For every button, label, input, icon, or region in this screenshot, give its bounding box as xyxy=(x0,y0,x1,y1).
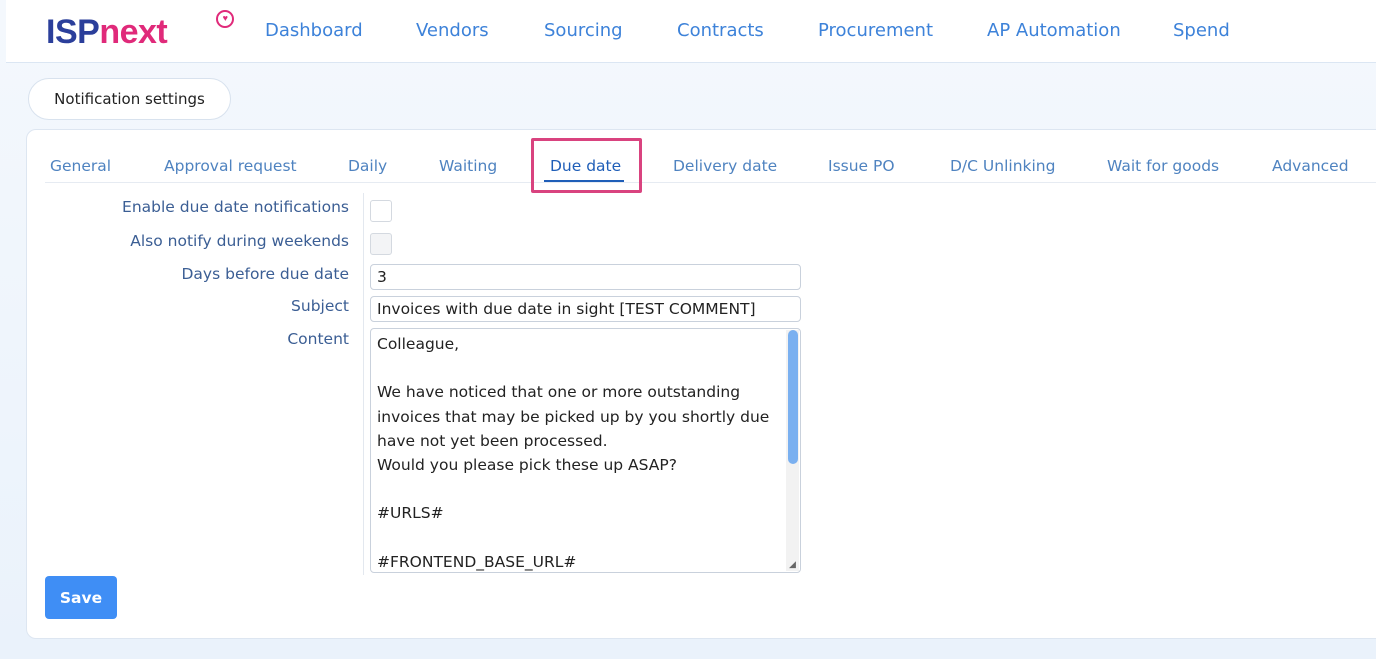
days-before-input[interactable] xyxy=(370,264,801,290)
nav-spend[interactable]: Spend xyxy=(1173,20,1230,41)
isp-next-logo[interactable]: ISPnext ♥ xyxy=(46,10,234,52)
tab-daily[interactable]: Daily xyxy=(348,157,387,175)
form-divider xyxy=(363,193,364,575)
nav-vendors[interactable]: Vendors xyxy=(416,20,489,41)
logo-text-next: next xyxy=(99,13,168,51)
days-before-label: Days before due date xyxy=(181,265,350,283)
tab-dc-unlinking[interactable]: D/C Unlinking xyxy=(950,157,1055,175)
content-textarea[interactable]: Colleague, We have noticed that one or m… xyxy=(370,328,801,573)
top-navbar: ISPnext ♥ Dashboard Vendors Sourcing Con… xyxy=(6,0,1376,63)
nav-contracts[interactable]: Contracts xyxy=(677,20,764,41)
heart-icon: ♥ xyxy=(216,10,234,28)
nav-sourcing[interactable]: Sourcing xyxy=(544,20,623,41)
tab-highlight-box xyxy=(531,138,642,193)
resize-grip-icon[interactable]: ◢ xyxy=(789,561,798,570)
tabs-divider xyxy=(45,182,1376,183)
scrollbar-thumb[interactable] xyxy=(788,330,798,464)
tab-issue-po[interactable]: Issue PO xyxy=(828,157,895,175)
save-button[interactable]: Save xyxy=(45,576,117,619)
subject-input[interactable] xyxy=(370,296,801,322)
subject-label: Subject xyxy=(291,297,349,315)
tab-approval-request[interactable]: Approval request xyxy=(164,157,297,175)
nav-dashboard[interactable]: Dashboard xyxy=(265,20,363,41)
logo-text-isp: ISP xyxy=(46,13,100,51)
content-text: Colleague, We have noticed that one or m… xyxy=(377,335,770,571)
nav-procurement[interactable]: Procurement xyxy=(818,20,933,41)
enable-notifications-checkbox[interactable] xyxy=(370,200,392,222)
tab-advanced[interactable]: Advanced xyxy=(1272,157,1349,175)
tab-delivery-date[interactable]: Delivery date xyxy=(673,157,777,175)
enable-notifications-label: Enable due date notifications xyxy=(122,198,349,216)
notify-weekends-label: Also notify during weekends xyxy=(130,232,349,250)
tab-general[interactable]: General xyxy=(50,157,111,175)
tab-waiting[interactable]: Waiting xyxy=(439,157,497,175)
tab-wait-for-goods[interactable]: Wait for goods xyxy=(1107,157,1219,175)
notify-weekends-checkbox[interactable] xyxy=(370,233,392,255)
page-title: Notification settings xyxy=(28,78,231,120)
content-scrollbar[interactable] xyxy=(786,330,799,571)
nav-ap-automation[interactable]: AP Automation xyxy=(987,20,1121,41)
content-label: Content xyxy=(287,330,349,348)
